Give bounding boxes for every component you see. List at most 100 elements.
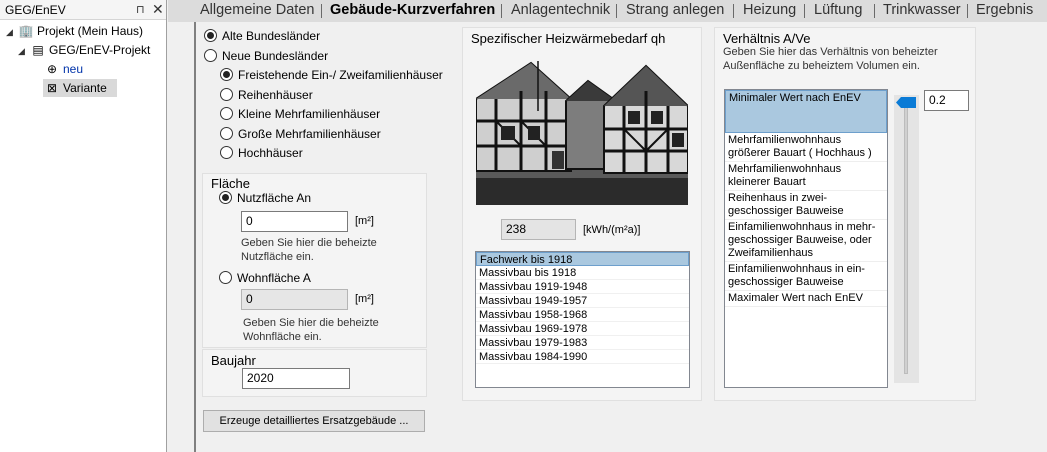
radio-label: Kleine Mehrfamilienhäuser: [238, 107, 381, 121]
list-item[interactable]: Massivbau 1984-1990: [476, 350, 689, 364]
radio-button[interactable]: [219, 191, 232, 204]
wohnflaeche-hint: Geben Sie hier die beheizte Wohnfläche e…: [243, 317, 379, 343]
tab-separator: [874, 4, 875, 18]
tab-bar: Allgemeine Daten Gebäude-Kurzverfahren A…: [168, 0, 1047, 22]
tab-lueftung[interactable]: Lüftung: [814, 2, 862, 21]
verhaeltnis-list[interactable]: Minimaler Wert nach EnEV Mehrfamilienwoh…: [724, 89, 888, 388]
tree-item-geg-projekt[interactable]: ◢ ▤ GEG/EnEV-Projekt: [18, 41, 153, 59]
radio-button[interactable]: [220, 127, 233, 140]
wohnflaeche-input[interactable]: 0: [241, 289, 348, 310]
tree-title: GEG/EnEV: [5, 3, 66, 17]
radio-grosse-mfh[interactable]: Große Mehrfamilienhäuser: [220, 125, 381, 143]
tree-item-projekt[interactable]: ◢ 🏢 Projekt (Mein Haus): [6, 22, 146, 40]
radio-label: Neue Bundesländer: [222, 49, 329, 63]
radio-label: Hochhäuser: [238, 146, 303, 160]
tab-separator: [321, 4, 322, 18]
close-icon[interactable]: ✕: [152, 1, 164, 18]
radio-freistehende[interactable]: Freistehende Ein-/ Zweifamilienhäuser: [220, 66, 443, 84]
tree-item-label: Projekt (Mein Haus): [37, 24, 144, 38]
tab-ergebnis[interactable]: Ergebnis: [976, 2, 1033, 21]
variant-icon: ⊠: [46, 81, 58, 95]
heizwaerme-value: 238: [501, 219, 576, 240]
radio-nutzflaeche[interactable]: Nutzfläche An: [219, 189, 311, 207]
tab-separator: [967, 4, 968, 18]
av-slider-track[interactable]: [904, 100, 908, 374]
baujahr-title: Baujahr: [211, 353, 256, 368]
radio-button[interactable]: [220, 68, 233, 81]
splitter-line: [194, 20, 196, 452]
radio-button[interactable]: [220, 107, 233, 120]
list-item[interactable]: Reihenhaus in zwei-geschossiger Bauweise: [725, 191, 887, 220]
tab-separator: [501, 4, 502, 18]
radio-button[interactable]: [219, 271, 232, 284]
verhaeltnis-title: Verhältnis A/Ve: [723, 31, 811, 46]
tab-separator: [616, 4, 617, 18]
add-circle-icon: ⊕: [46, 62, 58, 76]
collapse-icon[interactable]: ◢: [6, 23, 18, 41]
av-value-input[interactable]: 0.2: [924, 90, 969, 111]
radio-label: Nutzfläche An: [237, 191, 312, 205]
radio-kleine-mfh[interactable]: Kleine Mehrfamilienhäuser: [220, 105, 380, 123]
tab-trinkwasser[interactable]: Trinkwasser: [883, 2, 961, 21]
radio-button[interactable]: [220, 88, 233, 101]
heizwaerme-unit: [kWh/(m²a)]: [583, 224, 641, 236]
building-photo: [475, 51, 689, 205]
tree-item-neu[interactable]: ⊕ neu: [44, 60, 86, 78]
radio-hochhaeuser[interactable]: Hochhäuser: [220, 144, 303, 162]
tree-item-variante[interactable]: ⊠ Variante: [44, 79, 110, 97]
heizwaerme-title: Spezifischer Heizwärmebedarf qh: [471, 31, 666, 46]
list-item[interactable]: Mehrfamilienwohnhaus kleinerer Bauart: [725, 162, 887, 191]
tree-header: GEG/EnEV ⊓ ✕: [0, 0, 166, 20]
document-tree-icon: ▤: [32, 43, 44, 57]
list-item[interactable]: Massivbau 1969-1978: [476, 322, 689, 336]
tab-heizung[interactable]: Heizung: [743, 2, 796, 21]
tree-item-label: neu: [63, 62, 84, 76]
list-item[interactable]: Massivbau 1919-1948: [476, 280, 689, 294]
building-icon: 🏢: [18, 24, 34, 38]
radio-label: Große Mehrfamilienhäuser: [238, 127, 381, 141]
tab-separator: [733, 4, 734, 18]
project-tree-panel: GEG/EnEV ⊓ ✕ ◢ 🏢 Projekt (Mein Haus) ◢ ▤ GEG…: [0, 0, 167, 452]
radio-button[interactable]: [220, 146, 233, 159]
list-item[interactable]: Massivbau 1979-1983: [476, 336, 689, 350]
ersatzgebaeude-button[interactable]: Erzeuge detailliertes Ersatzgebäude ...: [203, 410, 425, 432]
splitter[interactable]: [168, 0, 196, 452]
baujahr-input[interactable]: 2020: [242, 368, 350, 389]
list-item[interactable]: Mehrfamilienwohnhaus größerer Bauart ( H…: [725, 133, 887, 162]
radio-button[interactable]: [204, 29, 217, 42]
radio-reihenhaeuser[interactable]: Reihenhäuser: [220, 86, 313, 104]
radio-label: Freistehende Ein-/ Zweifamilienhäuser: [238, 68, 443, 82]
tree-item-label: Variante: [63, 81, 107, 95]
tab-anlagentechnik[interactable]: Anlagentechnik: [511, 2, 610, 21]
wohnflaeche-unit: [m²]: [355, 293, 374, 305]
tree-item-label: GEG/EnEV-Projekt: [49, 43, 151, 57]
list-item[interactable]: Einfamilienwohnhaus in ein-geschossiger …: [725, 262, 887, 291]
radio-label: Wohnfläche A: [237, 271, 311, 285]
building-photo-image: [475, 51, 689, 205]
verhaeltnis-description: Geben Sie hier das Verhältnis von beheiz…: [723, 46, 938, 72]
tab-gebaeude-kurzverfahren[interactable]: Gebäude-Kurzverfahren: [330, 2, 495, 21]
radio-button[interactable]: [204, 49, 217, 62]
baualtersklasse-list[interactable]: Fachwerk bis 1918 Massivbau bis 1918 Mas…: [475, 251, 690, 388]
tab-strang-anlegen[interactable]: Strang anlegen: [626, 2, 724, 21]
nutzflaeche-unit: [m²]: [355, 215, 374, 227]
list-item[interactable]: Einfamilienwohnhaus in mehr-geschossiger…: [725, 220, 887, 262]
radio-label: Reihenhäuser: [238, 88, 313, 102]
radio-label: Alte Bundesländer: [222, 29, 321, 43]
list-item[interactable]: Fachwerk bis 1918: [476, 252, 689, 266]
tab-separator: [804, 4, 805, 18]
list-item[interactable]: Massivbau 1949-1957: [476, 294, 689, 308]
list-item[interactable]: Massivbau bis 1918: [476, 266, 689, 280]
radio-wohnflaeche[interactable]: Wohnfläche A: [219, 269, 311, 287]
av-slider-thumb[interactable]: [896, 97, 916, 108]
nutzflaeche-input[interactable]: 0: [241, 211, 348, 232]
list-item[interactable]: Maximaler Wert nach EnEV: [725, 291, 887, 307]
tab-allgemeine-daten[interactable]: Allgemeine Daten: [200, 2, 314, 21]
collapse-icon[interactable]: ◢: [18, 42, 30, 60]
pin-icon[interactable]: ⊓: [136, 3, 145, 16]
list-item[interactable]: Minimaler Wert nach EnEV: [725, 90, 887, 133]
list-item[interactable]: Massivbau 1958-1968: [476, 308, 689, 322]
nutzflaeche-hint: Geben Sie hier die beheizte Nutzfläche e…: [241, 237, 377, 263]
radio-neue-bundeslaender[interactable]: Neue Bundesländer: [204, 47, 328, 65]
radio-alte-bundeslaender[interactable]: Alte Bundesländer: [204, 27, 320, 45]
